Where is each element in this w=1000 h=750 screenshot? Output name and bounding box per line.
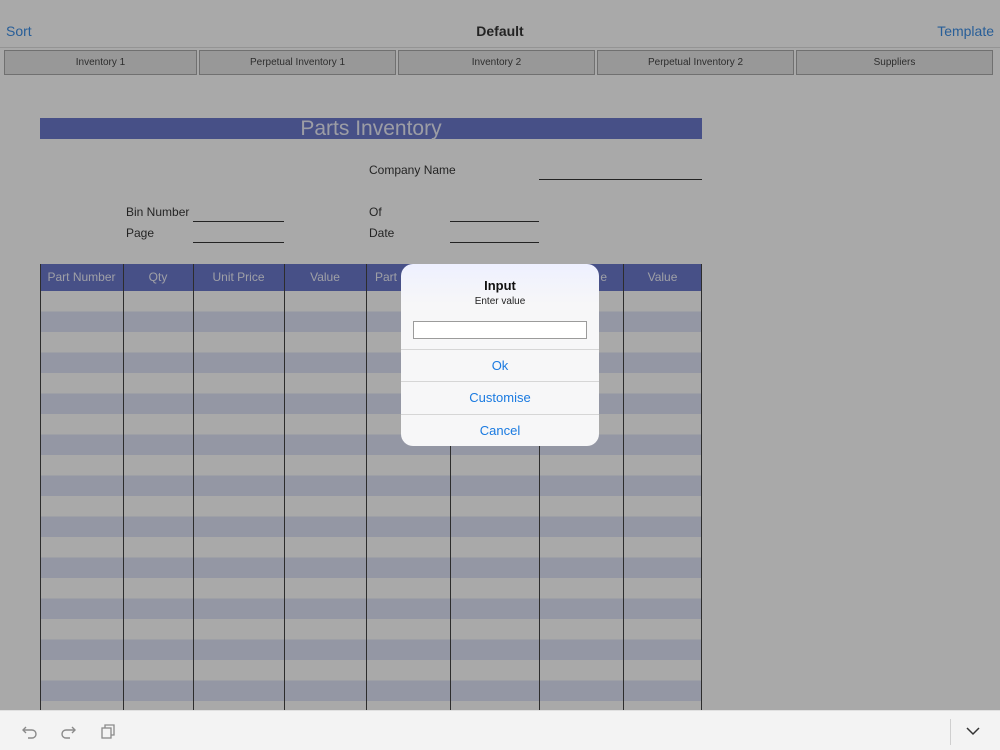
copy-icon[interactable] bbox=[98, 721, 118, 741]
toolbar-divider bbox=[950, 719, 951, 745]
undo-icon[interactable] bbox=[19, 721, 39, 741]
redo-icon[interactable] bbox=[59, 721, 79, 741]
ok-button[interactable]: Ok bbox=[401, 349, 599, 381]
dialog-title: Input bbox=[484, 278, 516, 293]
chevron-down-icon[interactable] bbox=[963, 721, 983, 741]
input-dialog: Input Enter value Ok Customise Cancel bbox=[401, 264, 599, 446]
customise-button[interactable]: Customise bbox=[401, 381, 599, 413]
value-input[interactable] bbox=[413, 321, 587, 339]
dialog-message: Enter value bbox=[474, 296, 526, 307]
bottom-toolbar bbox=[0, 710, 1000, 750]
cancel-button[interactable]: Cancel bbox=[401, 414, 599, 446]
